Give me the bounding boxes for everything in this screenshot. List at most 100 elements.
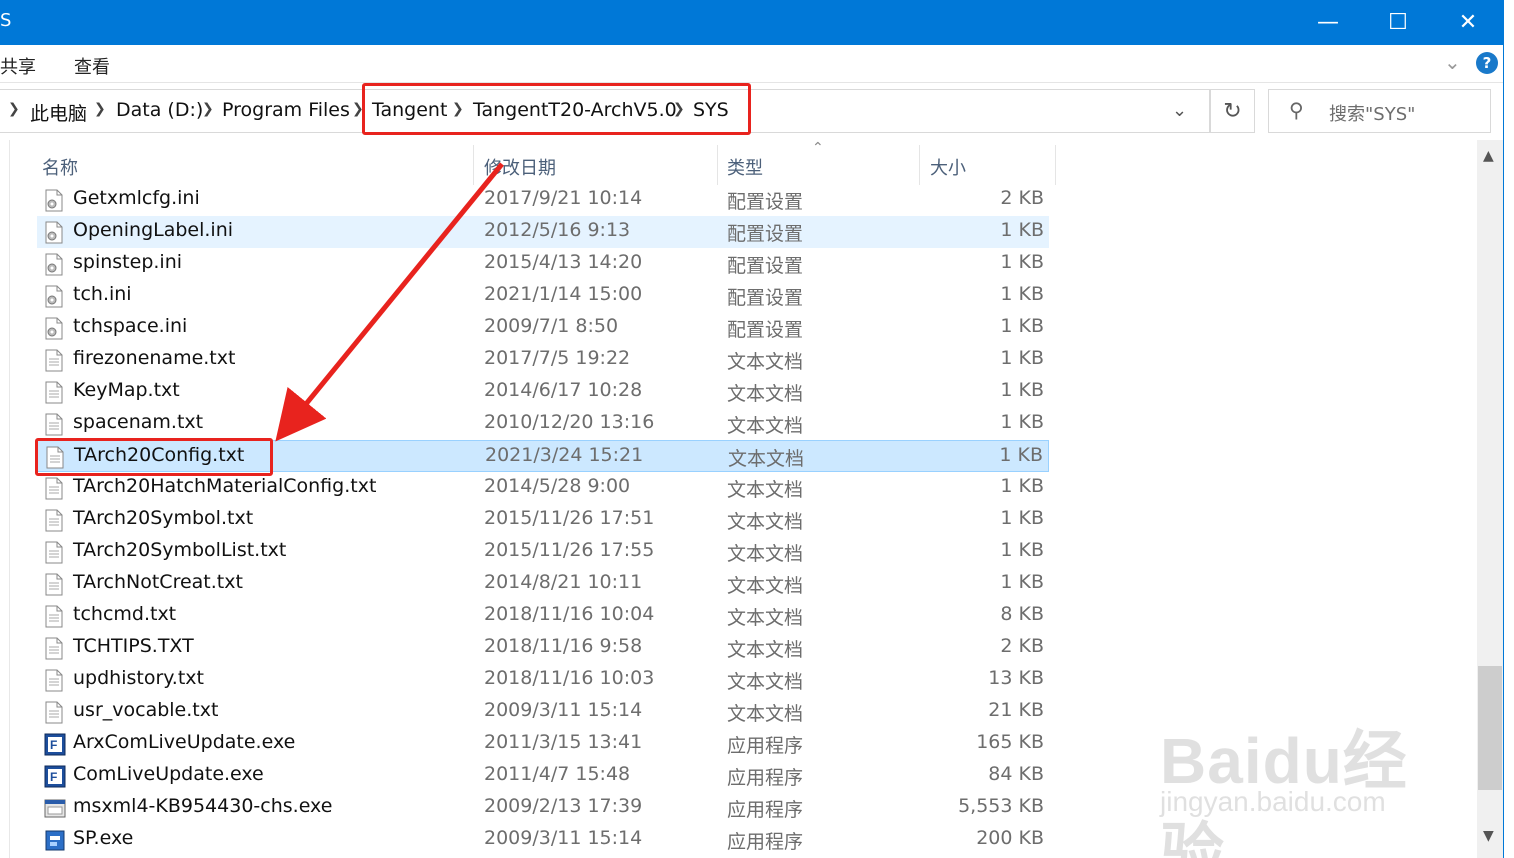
close-button[interactable]: ✕ (1433, 0, 1503, 45)
file-row[interactable]: firezonename.txt 2017/7/5 19:22 文本文档 1 KB (37, 344, 1049, 376)
file-type: 文本文档 (727, 511, 804, 533)
file-row[interactable]: usr_vocable.txt 2009/3/11 15:14 文本文档 21 KB (37, 696, 1049, 728)
scrollbar-thumb[interactable] (1478, 666, 1502, 790)
file-date: 2018/11/16 10:03 (484, 667, 655, 689)
scroll-down-icon[interactable]: ▼ (1483, 828, 1494, 844)
file-type: 文本文档 (728, 448, 805, 470)
file-row[interactable]: TArchNotCreat.txt 2014/8/21 10:11 文本文档 1 KB (37, 568, 1049, 600)
file-size: 84 KB (988, 763, 1044, 785)
refresh-button[interactable]: ↻ (1210, 89, 1255, 133)
file-type: 文本文档 (727, 383, 804, 405)
column-header-size[interactable]: 大小 (930, 154, 966, 180)
file-row[interactable]: updhistory.txt 2018/11/16 10:03 文本文档 13 KB (37, 664, 1049, 696)
search-input[interactable]: ⚲ 搜索"SYS" (1268, 89, 1491, 133)
file-name: updhistory.txt (73, 667, 204, 689)
file-row[interactable]: F ComLiveUpdate.exe 2011/4/7 15:48 应用程序 84 K… (37, 760, 1049, 792)
chevron-right-icon[interactable]: ❯ (8, 101, 20, 117)
file-row[interactable]: F ArxComLiveUpdate.exe 2011/3/15 13:41 应用程序… (37, 728, 1049, 760)
chevron-right-icon[interactable]: ❯ (202, 101, 214, 117)
file-row[interactable]: spacenam.txt 2010/12/20 13:16 文本文档 1 KB (37, 408, 1049, 440)
file-type: 配置设置 (727, 319, 804, 341)
vertical-scrollbar[interactable]: ▲ ▼ (1477, 140, 1503, 858)
file-row[interactable]: spinstep.ini 2015/4/13 14:20 配置设置 1 KB (37, 248, 1049, 280)
file-highlight-box (35, 438, 273, 476)
file-row[interactable]: TArch20SymbolList.txt 2015/11/26 17:55 文本文… (37, 536, 1049, 568)
breadcrumb-program-files[interactable]: Program Files (222, 99, 350, 121)
title-bar: S — ☐ ✕ (0, 0, 1503, 45)
file-date: 2018/11/16 10:04 (484, 603, 655, 625)
column-divider[interactable] (717, 145, 718, 185)
file-size: 1 KB (1000, 347, 1044, 369)
file-row[interactable]: tchspace.ini 2009/7/1 8:50 配置设置 1 KB (37, 312, 1049, 344)
expand-ribbon-icon[interactable]: ⌄ (1444, 50, 1461, 74)
file-row[interactable]: tch.ini 2021/1/14 15:00 配置设置 1 KB (37, 280, 1049, 312)
file-date: 2012/5/16 9:13 (484, 219, 631, 241)
txt-file-icon (44, 541, 64, 564)
file-row[interactable]: Getxmlcfg.ini 2017/9/21 10:14 配置设置 2 KB (37, 184, 1049, 216)
file-type: 应用程序 (727, 799, 804, 821)
file-date: 2009/3/11 15:14 (484, 827, 643, 849)
file-row[interactable]: TArch20HatchMaterialConfig.txt 2014/5/28 … (37, 472, 1049, 504)
file-size: 1 KB (999, 444, 1043, 466)
column-header-date[interactable]: 修改日期 (484, 154, 556, 180)
chevron-right-icon[interactable]: ❯ (94, 101, 106, 117)
file-row[interactable]: SP.exe 2009/3/11 15:14 应用程序 200 KB (37, 824, 1049, 856)
column-divider[interactable] (1055, 145, 1056, 185)
scroll-up-icon[interactable]: ▲ (1483, 148, 1494, 164)
help-icon[interactable]: ? (1476, 52, 1498, 74)
ini-file-icon (44, 253, 64, 276)
txt-file-icon (44, 349, 64, 372)
file-size: 1 KB (1000, 219, 1044, 241)
file-type: 配置设置 (727, 255, 804, 277)
file-type: 配置设置 (727, 223, 804, 245)
breadcrumb-drive-d[interactable]: Data (D:) (116, 99, 203, 121)
navigation-pane-edge[interactable] (0, 140, 10, 858)
column-divider[interactable] (473, 145, 474, 185)
maximize-button[interactable]: ☐ (1363, 0, 1433, 45)
file-type: 应用程序 (727, 767, 804, 789)
file-date: 2017/9/21 10:14 (484, 187, 643, 209)
file-type: 文本文档 (727, 671, 804, 693)
column-header-type[interactable]: 类型 (727, 154, 763, 180)
file-name: TArch20HatchMaterialConfig.txt (73, 475, 377, 497)
file-size: 1 KB (1000, 539, 1044, 561)
file-name: OpeningLabel.ini (73, 219, 234, 241)
file-name: tchspace.ini (73, 315, 188, 337)
txt-file-icon (44, 381, 64, 404)
file-date: 2009/3/11 15:14 (484, 699, 643, 721)
txt-file-icon (44, 637, 64, 660)
file-size: 1 KB (1000, 315, 1044, 337)
file-date: 2014/8/21 10:11 (484, 571, 643, 593)
file-type: 配置设置 (727, 287, 804, 309)
tab-view[interactable]: 查看 (74, 53, 110, 79)
file-size: 8 KB (1000, 603, 1044, 625)
app-exe-icon: F (44, 765, 66, 788)
txt-file-icon (44, 573, 64, 596)
file-name: ComLiveUpdate.exe (73, 763, 264, 785)
breadcrumb-this-pc[interactable]: 此电脑 (30, 99, 87, 126)
file-type: 文本文档 (727, 703, 804, 725)
file-size: 1 KB (1000, 475, 1044, 497)
address-history-dropdown-icon[interactable]: ⌄ (1172, 100, 1187, 121)
file-row[interactable]: tchcmd.txt 2018/11/16 10:04 文本文档 8 KB (37, 600, 1049, 632)
file-row[interactable]: KeyMap.txt 2014/6/17 10:28 文本文档 1 KB (37, 376, 1049, 408)
file-name: TArchNotCreat.txt (73, 571, 243, 593)
file-name: Getxmlcfg.ini (73, 187, 200, 209)
file-name: firezonename.txt (73, 347, 236, 369)
file-date: 2021/3/24 15:21 (485, 444, 644, 466)
file-size: 165 KB (976, 731, 1044, 753)
file-row[interactable]: TArch20Symbol.txt 2015/11/26 17:51 文本文档 1 K… (37, 504, 1049, 536)
window-border (1503, 0, 1514, 858)
minimize-button[interactable]: — (1293, 0, 1363, 45)
column-header-name[interactable]: 名称 (42, 154, 78, 180)
file-type: 文本文档 (727, 575, 804, 597)
file-row[interactable]: OpeningLabel.ini 2012/5/16 9:13 配置设置 1 KB (37, 216, 1049, 248)
file-size: 21 KB (988, 699, 1044, 721)
file-row[interactable]: msxml4-KB954430-chs.exe 2009/2/13 17:39 应用… (37, 792, 1049, 824)
ini-file-icon (44, 285, 64, 308)
file-size: 1 KB (1000, 283, 1044, 305)
file-size: 5,553 KB (958, 795, 1044, 817)
column-divider[interactable] (919, 145, 920, 185)
tab-share[interactable]: 共享 (0, 53, 36, 79)
file-row[interactable]: TCHTIPS.TXT 2018/11/16 9:58 文本文档 2 KB (37, 632, 1049, 664)
